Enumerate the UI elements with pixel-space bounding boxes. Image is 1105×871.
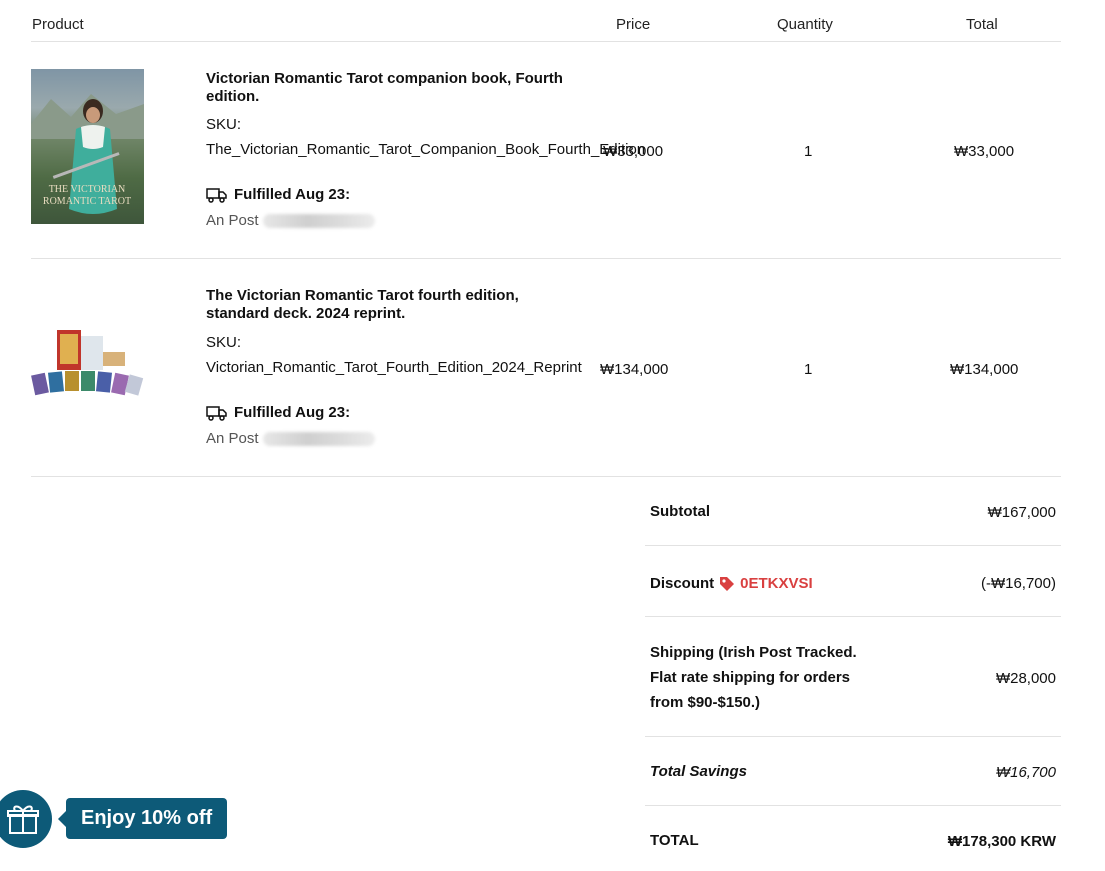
sku-value: Victorian_Romantic_Tarot_Fourth_Edition_… bbox=[206, 359, 582, 376]
product-name[interactable]: Victorian Romantic Tarot companion book,… bbox=[206, 70, 566, 106]
fulfillment-label: Fulfilled Aug 23: bbox=[234, 404, 351, 421]
divider bbox=[645, 805, 1061, 806]
subtotal-label: Subtotal bbox=[650, 503, 710, 520]
tracking-info: An Post bbox=[206, 212, 375, 229]
savings-value: ₩16,700 bbox=[995, 764, 1056, 781]
item-total: ₩33,000 bbox=[954, 143, 1015, 160]
shipping-label: Shipping (Irish Post Tracked. Flat rate … bbox=[650, 644, 857, 711]
sku-label: SKU: bbox=[206, 334, 242, 351]
promo-banner[interactable]: Enjoy 10% off bbox=[57, 798, 228, 839]
discount-row: Discount 0ETKXVSI bbox=[650, 571, 813, 596]
divider bbox=[31, 476, 1061, 477]
product-image[interactable]: THE VICTORIAN ROMANTIC TAROT bbox=[31, 69, 144, 224]
promo-gift-button[interactable] bbox=[0, 790, 52, 848]
fulfillment-status: Fulfilled Aug 23: bbox=[206, 186, 350, 203]
subtotal-value: ₩167,000 bbox=[987, 504, 1056, 521]
svg-text:ROMANTIC TAROT: ROMANTIC TAROT bbox=[43, 196, 131, 207]
tarot-deck-illustration bbox=[31, 330, 144, 396]
tracking-number-redacted[interactable] bbox=[262, 213, 375, 228]
savings-label: Total Savings bbox=[650, 763, 747, 780]
product-image[interactable] bbox=[31, 322, 144, 402]
discount-code: 0ETKXVSI bbox=[740, 575, 813, 592]
tracking-number-redacted[interactable] bbox=[262, 431, 375, 446]
discount-label: Discount bbox=[650, 575, 715, 592]
divider bbox=[645, 736, 1061, 737]
tracking-info: An Post bbox=[206, 430, 375, 447]
discount-value: (-₩16,700) bbox=[980, 575, 1056, 592]
divider bbox=[645, 545, 1061, 546]
fulfillment-status: Fulfilled Aug 23: bbox=[206, 404, 350, 421]
svg-text:THE VICTORIAN: THE VICTORIAN bbox=[49, 184, 126, 195]
product-name[interactable]: The Victorian Romantic Tarot fourth edit… bbox=[206, 287, 566, 323]
item-price: ₩33,000 bbox=[603, 143, 664, 160]
item-quantity: 1 bbox=[804, 143, 813, 160]
sku-value: The_Victorian_Romantic_Tarot_Companion_B… bbox=[206, 141, 646, 158]
divider bbox=[645, 616, 1061, 617]
header-price: Price bbox=[616, 16, 651, 33]
carrier-name: An Post bbox=[206, 430, 259, 447]
total-label: TOTAL bbox=[650, 832, 699, 849]
item-total: ₩134,000 bbox=[950, 361, 1019, 378]
carrier-name: An Post bbox=[206, 212, 259, 229]
total-value: ₩178,300 KRW bbox=[947, 833, 1056, 850]
fulfillment-label: Fulfilled Aug 23: bbox=[234, 186, 351, 203]
header-quantity: Quantity bbox=[777, 16, 833, 33]
truck-icon bbox=[206, 405, 227, 421]
divider bbox=[31, 258, 1061, 259]
header-product: Product bbox=[32, 16, 84, 33]
item-price: ₩134,000 bbox=[600, 361, 669, 378]
item-quantity: 1 bbox=[804, 361, 813, 378]
tag-icon bbox=[720, 576, 735, 591]
book-cover-illustration: THE VICTORIAN ROMANTIC TAROT bbox=[31, 94, 144, 214]
header-total: Total bbox=[966, 16, 998, 33]
divider bbox=[31, 41, 1061, 42]
shipping-value: ₩28,000 bbox=[995, 670, 1056, 687]
sku-label: SKU: bbox=[206, 116, 242, 133]
truck-icon bbox=[206, 187, 227, 203]
gift-icon bbox=[7, 805, 39, 834]
